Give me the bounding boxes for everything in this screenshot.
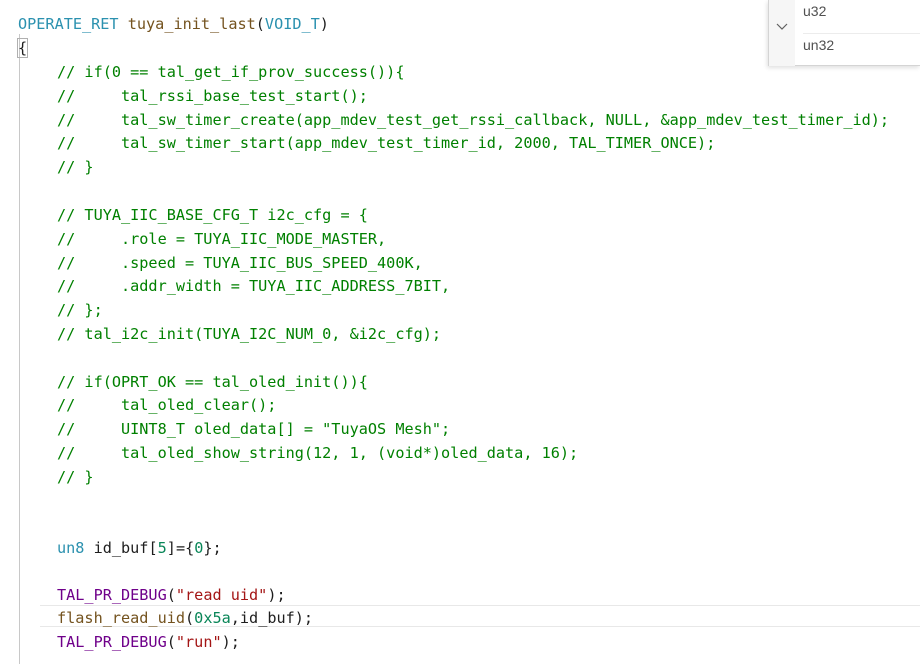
string-literal: "run" <box>175 633 222 651</box>
indent-guide <box>19 34 20 664</box>
completion-item[interactable]: un32 <box>803 33 920 56</box>
macro-name: TAL_PR_DEBUG <box>57 633 167 651</box>
completion-popup[interactable]: u32 un32 <box>768 0 920 66</box>
chevron-down-icon[interactable] <box>776 20 788 32</box>
decl-bracket-open: [ <box>148 539 158 557</box>
completion-gutter <box>769 0 795 66</box>
comment-line[interactable]: // } <box>57 155 94 179</box>
decl-bracket-close: ] <box>166 539 176 557</box>
flash-read-uid-line[interactable]: flash_read_uid(0x5a,id_buf); <box>57 606 313 630</box>
hex-literal: 0x5a <box>194 609 231 627</box>
open-paren: ( <box>166 586 176 604</box>
param-type: VOID_T <box>264 15 320 33</box>
comment-line[interactable]: // tal_i2c_init(TUYA_I2C_NUM_0, &i2c_cfg… <box>57 322 441 346</box>
debug-run-line[interactable]: TAL_PR_DEBUG("run"); <box>57 630 240 654</box>
macro-name: TAL_PR_DEBUG <box>57 586 167 604</box>
completion-item[interactable]: u32 <box>803 0 826 22</box>
comment-line[interactable]: // tal_sw_timer_start(app_mdev_test_time… <box>57 131 715 155</box>
open-brace-line[interactable]: { <box>18 36 27 60</box>
open-paren: ( <box>185 609 195 627</box>
string-literal: "read uid" <box>175 586 268 604</box>
comment-line[interactable]: // .addr_width = TUYA_IIC_ADDRESS_7BIT, <box>57 274 450 298</box>
arg-name: id_buf <box>239 609 295 627</box>
open-paren: ( <box>255 15 265 33</box>
function-signature-line[interactable]: OPERATE_RET tuya_init_last(VOID_T) <box>18 12 329 36</box>
comment-line[interactable]: // } <box>57 465 94 489</box>
decl-assign: ={ <box>175 539 195 557</box>
open-paren: ( <box>166 633 176 651</box>
close-paren: ); <box>267 586 286 604</box>
comment-line[interactable]: // if(OPRT_OK == tal_oled_init()){ <box>57 370 368 394</box>
comment-line[interactable]: // UINT8_T oled_data[] = "TuyaOS Mesh"; <box>57 417 450 441</box>
comment-line[interactable]: // tal_rssi_base_test_start(); <box>57 84 368 108</box>
decl-name: id_buf <box>93 539 149 557</box>
arg-separator: , <box>230 609 240 627</box>
close-paren: ); <box>221 633 240 651</box>
comment-line[interactable]: // if(0 == tal_get_if_prov_success()){ <box>57 60 404 84</box>
comment-line[interactable]: // tal_sw_timer_create(app_mdev_test_get… <box>57 108 889 132</box>
close-paren: ); <box>294 609 314 627</box>
return-type: OPERATE_RET <box>18 15 119 33</box>
comment-line[interactable]: // tal_oled_show_string(12, 1, (void*)ol… <box>57 441 578 465</box>
decl-type: un8 <box>57 539 85 557</box>
comment-line[interactable]: // }; <box>57 298 103 322</box>
code-editor[interactable]: OPERATE_RET tuya_init_last(VOID_T) { // … <box>0 0 920 664</box>
decl-size: 5 <box>157 539 167 557</box>
close-paren: ) <box>319 15 329 33</box>
comment-line[interactable]: // .speed = TUYA_IIC_BUS_SPEED_400K, <box>57 251 423 275</box>
function-name: tuya_init_last <box>127 15 256 33</box>
decl-space <box>84 539 93 557</box>
comment-line[interactable]: // .role = TUYA_IIC_MODE_MASTER, <box>57 227 386 251</box>
debug-read-uid-line[interactable]: TAL_PR_DEBUG("read uid"); <box>57 583 286 607</box>
decl-close: }; <box>203 539 222 557</box>
comment-line[interactable]: // TUYA_IIC_BASE_CFG_T i2c_cfg = { <box>57 203 368 227</box>
declaration-line[interactable]: un8 id_buf[5]={0}; <box>57 536 222 560</box>
function-call: flash_read_uid <box>57 609 186 627</box>
comment-line[interactable]: // tal_oled_clear(); <box>57 393 276 417</box>
